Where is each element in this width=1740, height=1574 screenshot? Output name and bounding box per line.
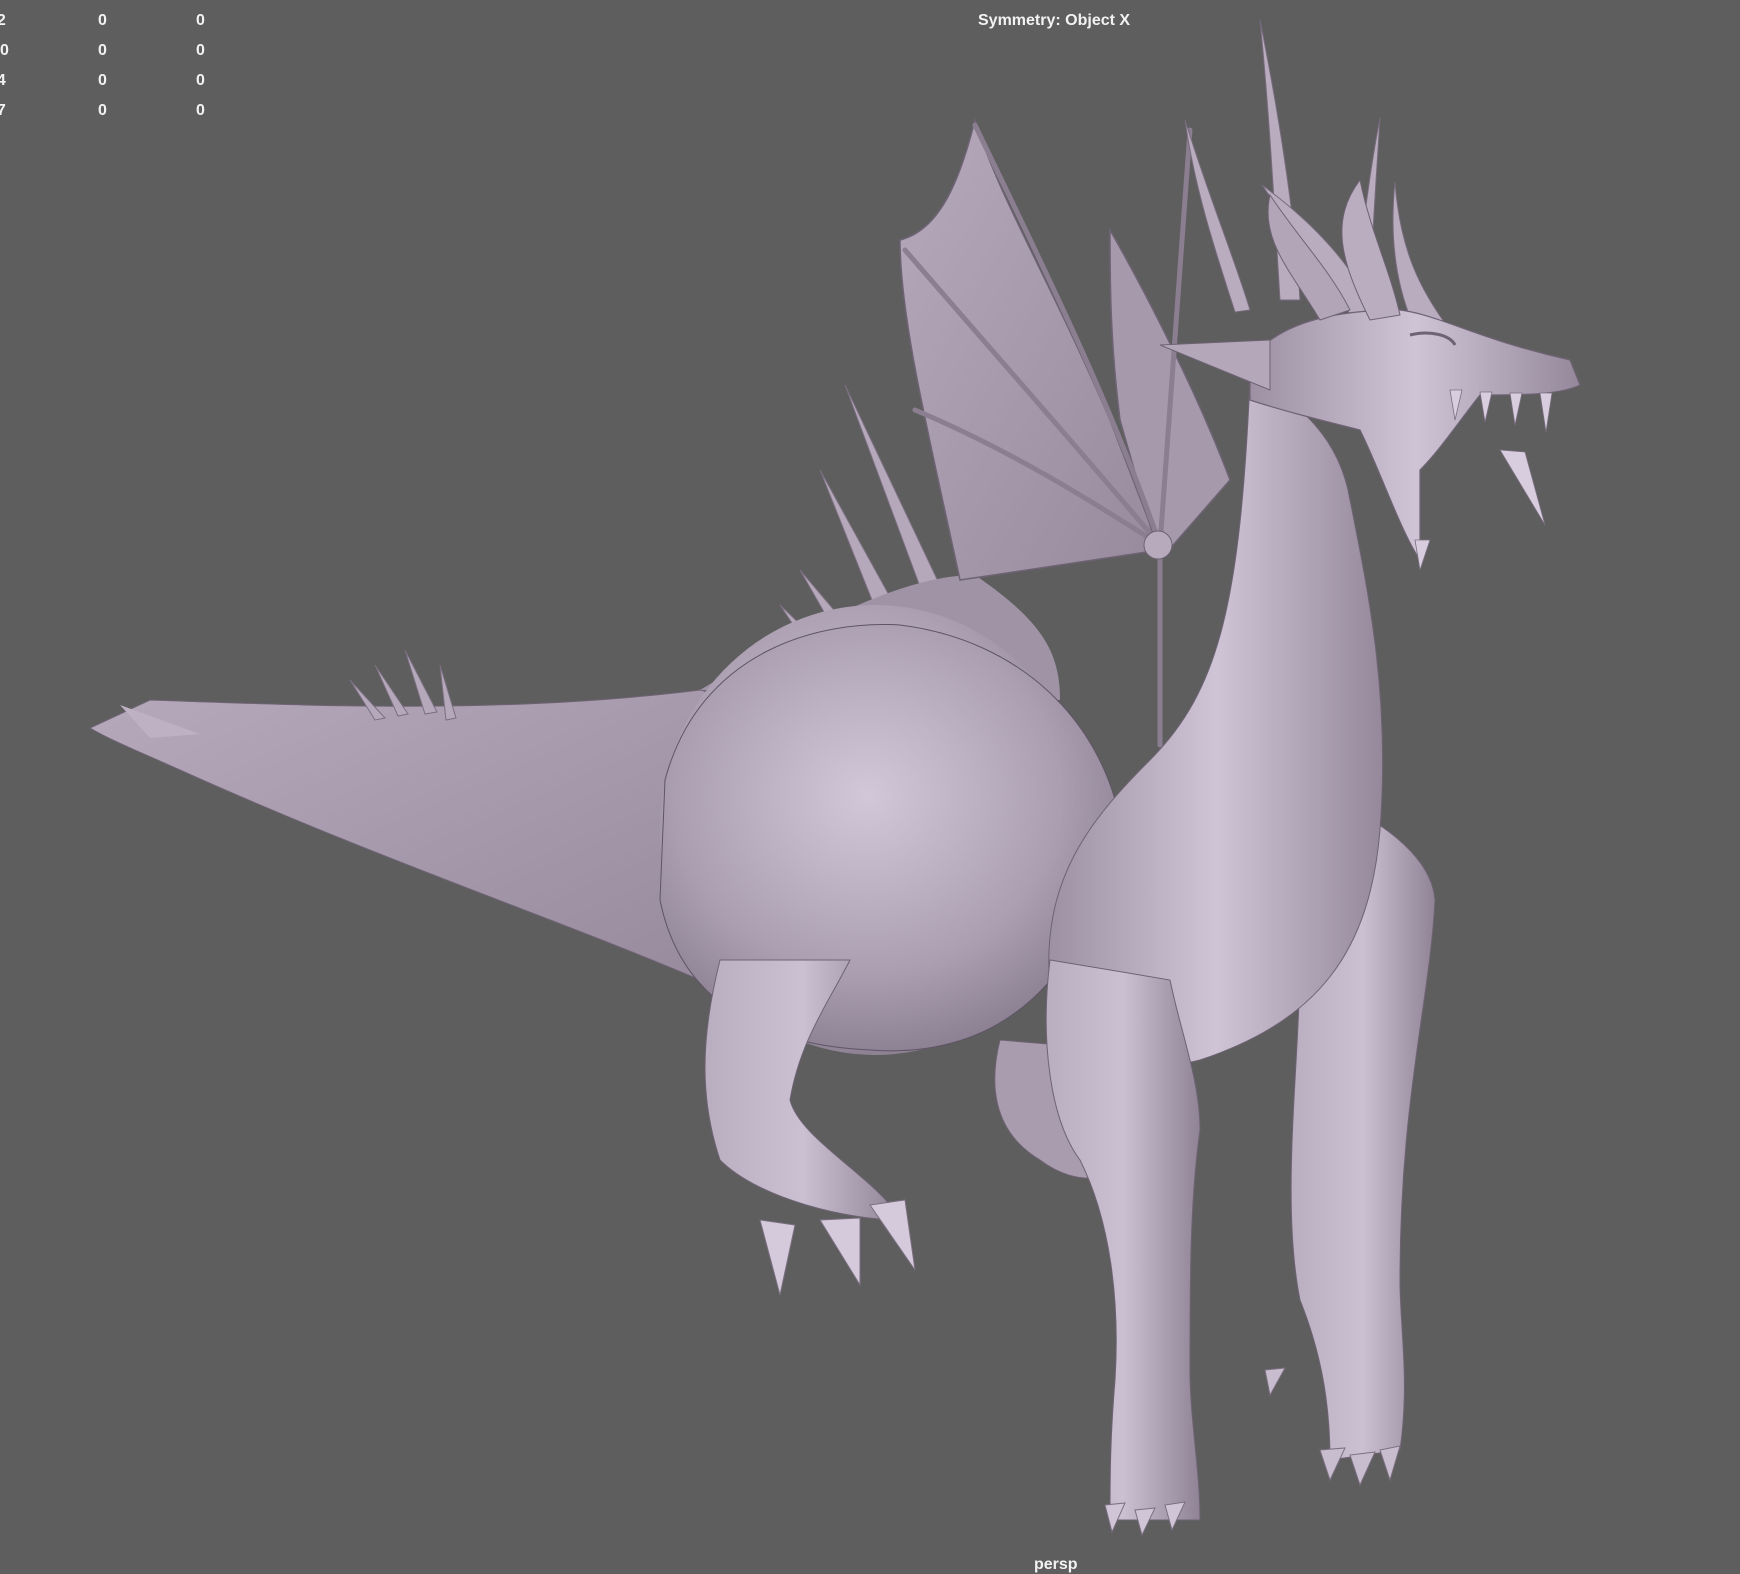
camera-label: persp [1034, 1556, 1078, 1573]
viewport-persp[interactable]: 32 0 0 0 0 0 24 0 0 77 0 0 Symmetry: Obj… [0, 0, 1740, 1574]
dragon-front-leg [1045, 959, 1201, 1521]
dragon-model-icon[interactable] [0, 0, 1740, 1574]
